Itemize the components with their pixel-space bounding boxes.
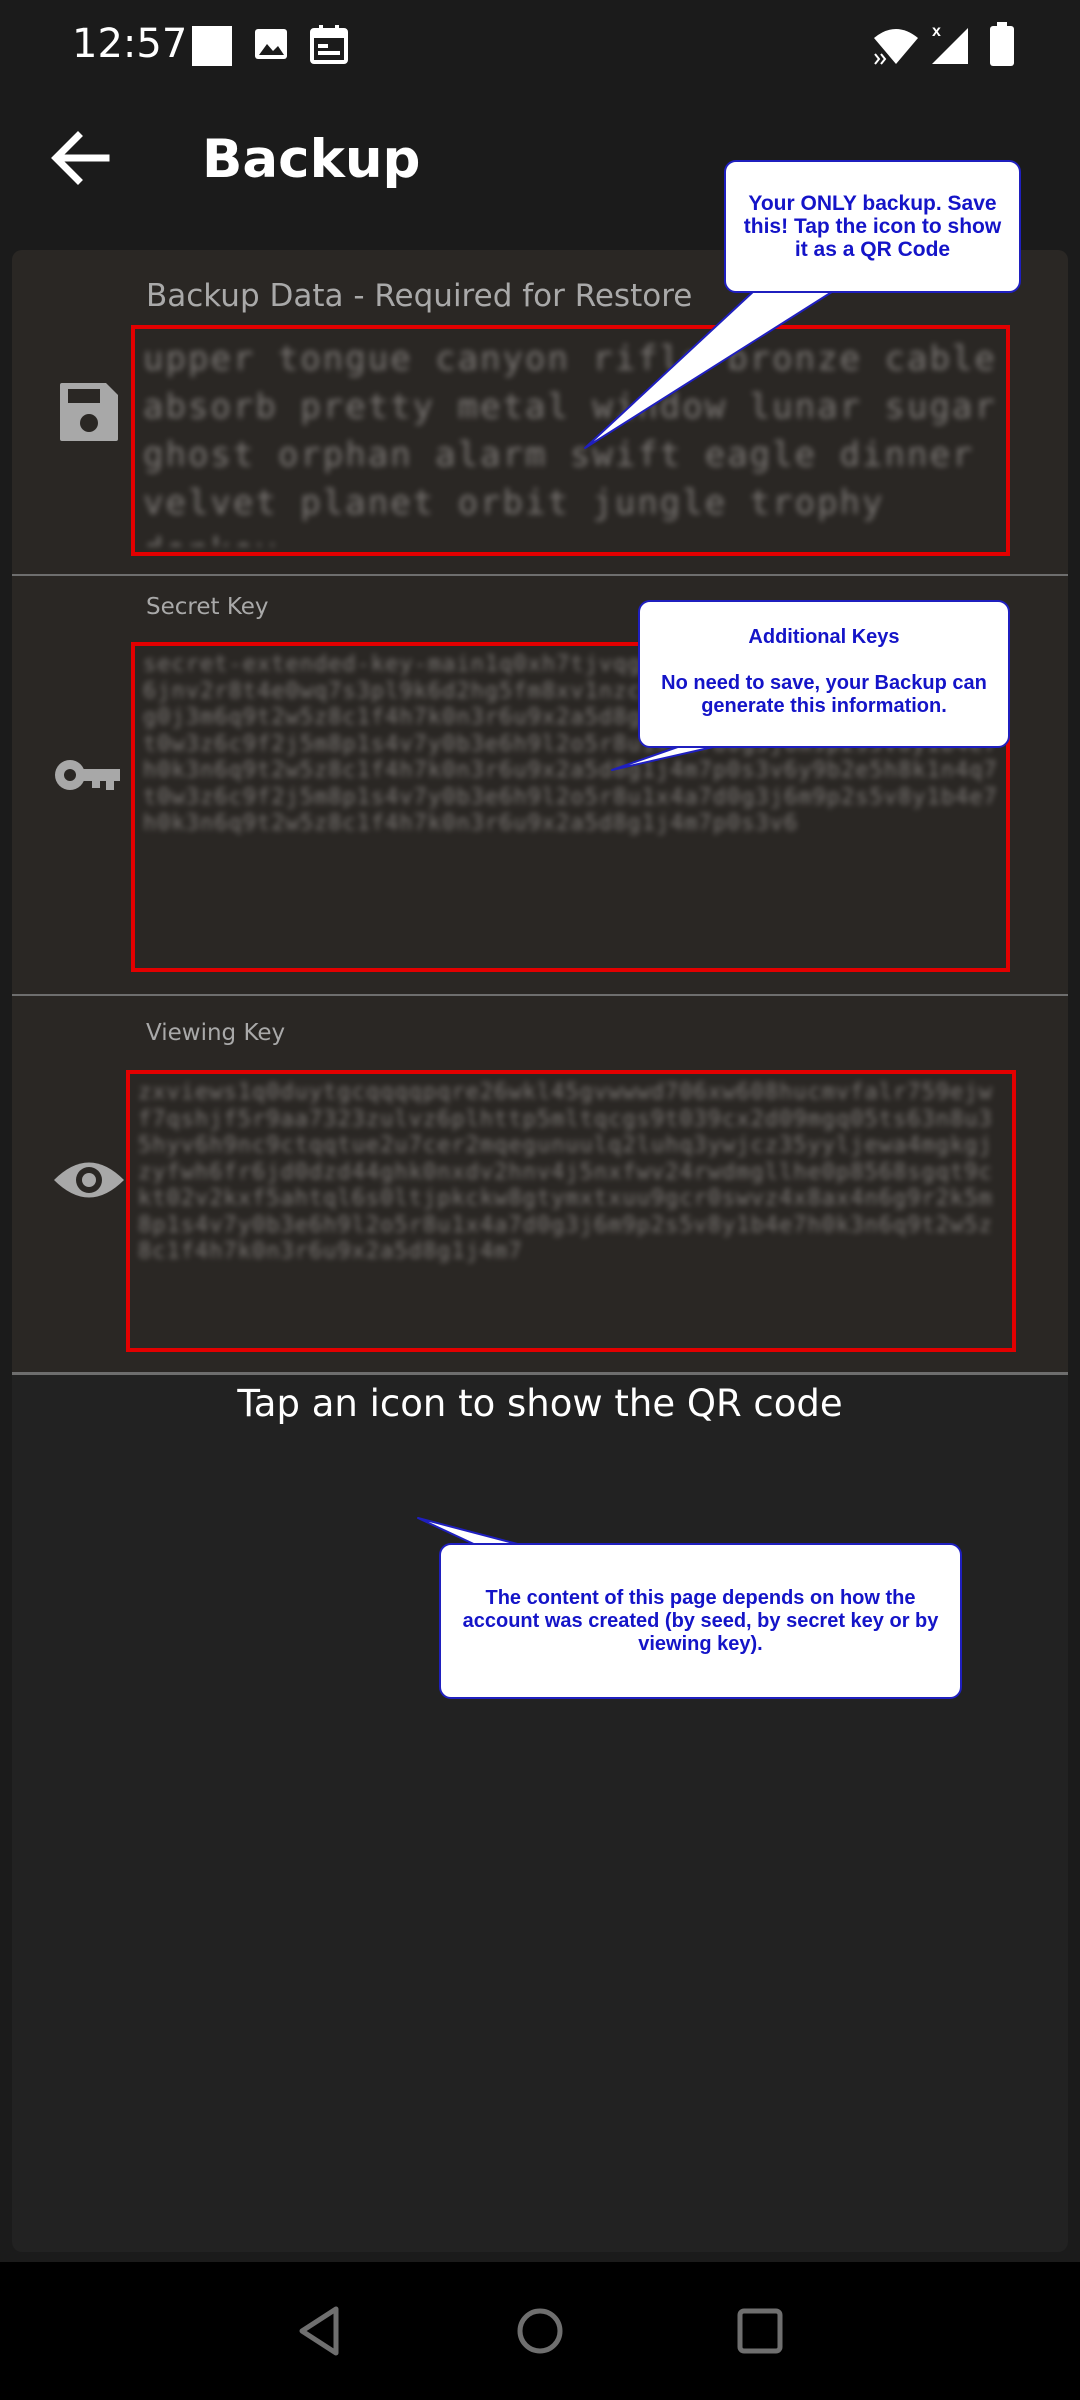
viewing-key-box[interactable]: zxviews1q0duytgcqqqqpqre26wkl45gvwwwd706… (126, 1070, 1016, 1352)
nav-recents-icon[interactable] (730, 2301, 790, 2361)
white-square-icon (192, 26, 232, 66)
viewing-key-value: zxviews1q0duytgcqqqqpqre26wkl45gvwwwd706… (138, 1080, 993, 1264)
image-icon (255, 29, 287, 59)
screen: 12:57 x Backup Backup Data - Required fo… (0, 0, 1080, 2400)
calendar-icon (310, 25, 348, 64)
cell-signal-icon: x (932, 23, 968, 64)
backup-callout-text: Your ONLY backup. Save this! Tap the ico… (743, 192, 1002, 261)
additional-keys-title: Additional Keys (748, 626, 900, 648)
secret-key-label: Secret Key (146, 594, 269, 620)
backup-data-value: upper tongue canyon rifle bronze cable a… (143, 339, 997, 546)
svg-text:x: x (932, 23, 941, 40)
save-icon[interactable] (48, 371, 130, 453)
status-time: 12:57 (72, 21, 188, 67)
additional-keys-callout: Additional Keys No need to save, your Ba… (638, 600, 1010, 748)
status-bar: 12:57 x (0, 0, 1080, 90)
backup-data-section[interactable]: Backup Data - Required for Restore upper… (12, 250, 1068, 574)
qr-hint-text: Tap an icon to show the QR code (237, 1382, 843, 1425)
nav-home-icon[interactable] (510, 2301, 570, 2361)
viewing-key-section[interactable]: Viewing Key zxviews1q0duytgcqqqqpqre26wk… (12, 996, 1068, 1372)
arrow-back-icon[interactable] (40, 118, 120, 198)
additional-keys-body: No need to save, your Backup can generat… (661, 672, 987, 717)
content-callout: The content of this page depends on how … (439, 1543, 962, 1699)
backup-card: Backup Data - Required for Restore upper… (12, 250, 1068, 2252)
nav-back-icon[interactable] (292, 2301, 352, 2361)
backup-data-label: Backup Data - Required for Restore (146, 278, 693, 314)
backup-callout: Your ONLY backup. Save this! Tap the ico… (724, 160, 1021, 293)
wifi-icon (874, 29, 918, 65)
key-icon[interactable] (48, 734, 130, 816)
navigation-bar (0, 2262, 1080, 2400)
page-title: Backup (202, 129, 421, 190)
content-callout-text: The content of this page depends on how … (462, 1587, 939, 1655)
battery-icon (990, 22, 1014, 66)
eye-icon[interactable] (48, 1139, 130, 1221)
backup-data-box[interactable]: upper tongue canyon rifle bronze cable a… (131, 325, 1010, 556)
viewing-key-label: Viewing Key (146, 1020, 286, 1046)
